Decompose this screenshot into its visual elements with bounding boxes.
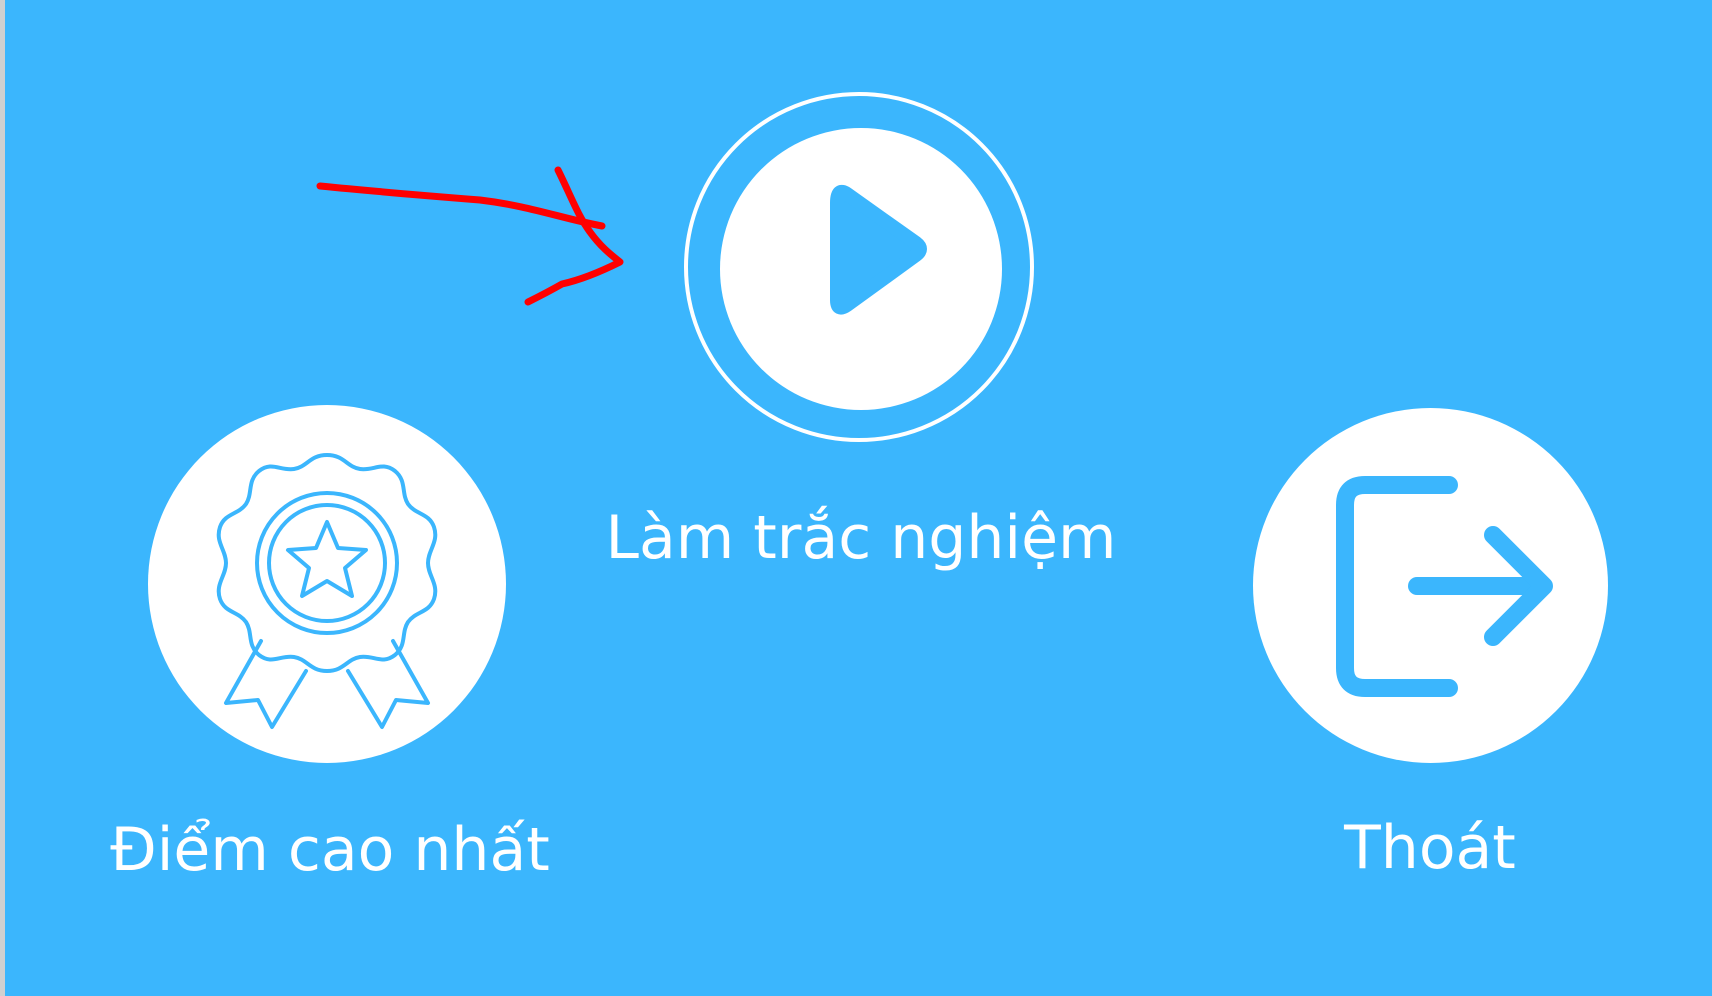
play-icon [720,128,1002,410]
exit-label[interactable]: Thoát [1290,818,1570,878]
high-score-label[interactable]: Điểm cao nhất [60,820,600,880]
award-badge-icon [148,405,506,763]
exit-icon [1253,408,1608,763]
start-quiz-label[interactable]: Làm trắc nghiệm [574,508,1148,568]
